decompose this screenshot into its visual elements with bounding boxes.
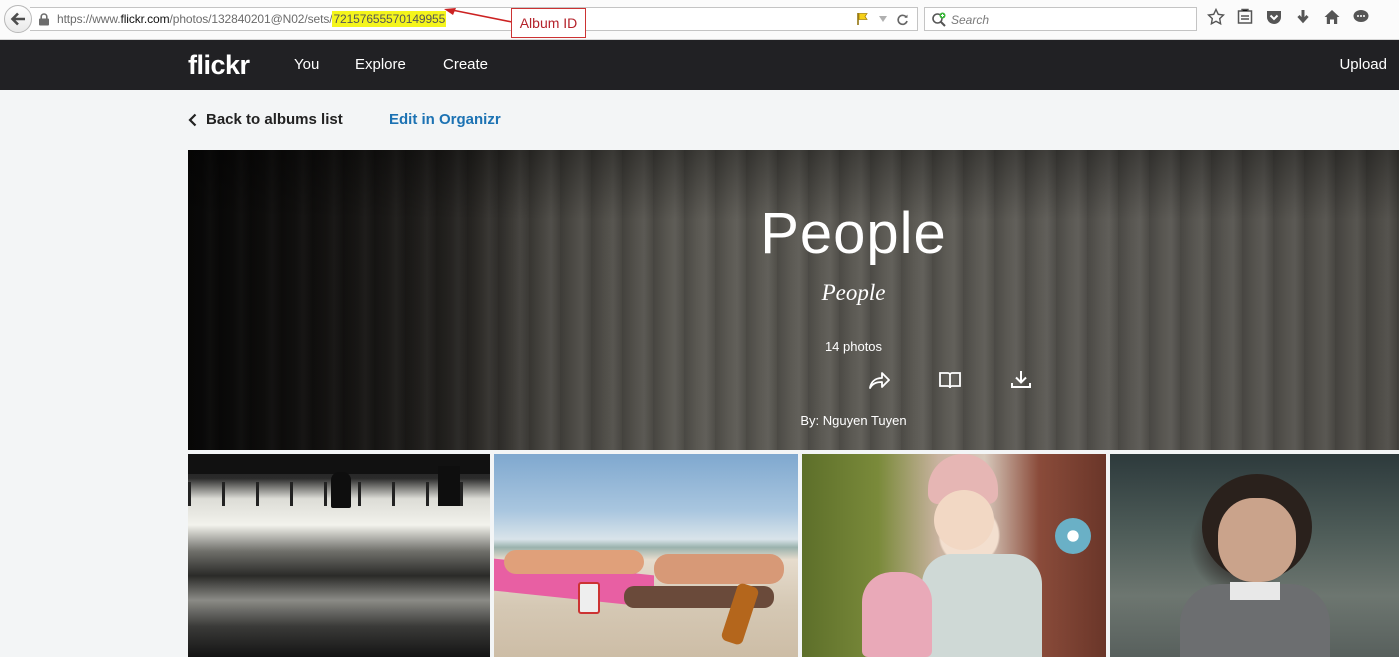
nav-you[interactable]: You	[294, 56, 319, 73]
nav-create[interactable]: Create	[443, 56, 488, 73]
url-text: https://www.flickr.com/photos/132840201@…	[57, 11, 447, 27]
reading-list-icon[interactable]	[1236, 8, 1254, 26]
annotation-arrow	[444, 8, 513, 23]
album-id-highlight: 72157655570149955	[332, 11, 447, 27]
dropdown-arrow-icon[interactable]	[878, 15, 888, 23]
back-arrow-icon	[10, 12, 25, 26]
chevron-left-icon	[188, 113, 197, 126]
nav-explore[interactable]: Explore	[355, 56, 406, 73]
flickr-logo[interactable]: flickr	[188, 50, 250, 81]
search-placeholder: Search	[951, 13, 990, 27]
album-description: People	[821, 280, 886, 305]
search-icon	[932, 12, 946, 27]
curly-hair-boy-photo[interactable]	[1110, 454, 1399, 657]
bookmark-star-icon[interactable]	[1207, 8, 1225, 26]
download-icon[interactable]	[1009, 369, 1033, 391]
flag-icon[interactable]	[856, 12, 870, 26]
upload-button[interactable]: Upload	[1339, 56, 1387, 73]
girl-rocking-horse-photo[interactable]	[802, 454, 1106, 657]
album-cover: People People 14 photos By: Nguyen Tuyen	[188, 150, 1399, 450]
home-icon[interactable]	[1323, 8, 1341, 26]
browser-toolbar: https://www.flickr.com/photos/132840201@…	[0, 0, 1399, 40]
pocket-icon[interactable]	[1265, 8, 1283, 26]
album-id-annotation: Album ID	[511, 8, 586, 38]
browser-search-box[interactable]: Search	[924, 7, 1197, 31]
reload-icon[interactable]	[896, 13, 909, 26]
share-icon[interactable]	[867, 369, 891, 391]
beach-sunbathers-photo[interactable]	[494, 454, 798, 657]
lock-icon	[39, 13, 49, 26]
download-arrow-icon[interactable]	[1294, 8, 1312, 26]
album-photo-count: 14 photos	[824, 339, 883, 354]
album-actions	[867, 369, 1033, 391]
flickr-navbar: flickr You Explore Create Upload	[0, 40, 1399, 90]
edit-in-organizr-link[interactable]: Edit in Organizr	[389, 111, 501, 128]
airport-silhouette-photo[interactable]	[188, 454, 490, 657]
album-author: By: Nguyen Tuyen	[800, 413, 907, 428]
album-title: People	[760, 201, 947, 266]
browser-back-button[interactable]	[4, 5, 32, 33]
chat-icon[interactable]	[1352, 8, 1370, 26]
book-icon[interactable]	[938, 369, 962, 391]
back-to-albums-label: Back to albums list	[206, 111, 343, 128]
back-to-albums-link[interactable]: Back to albums list	[188, 111, 343, 128]
